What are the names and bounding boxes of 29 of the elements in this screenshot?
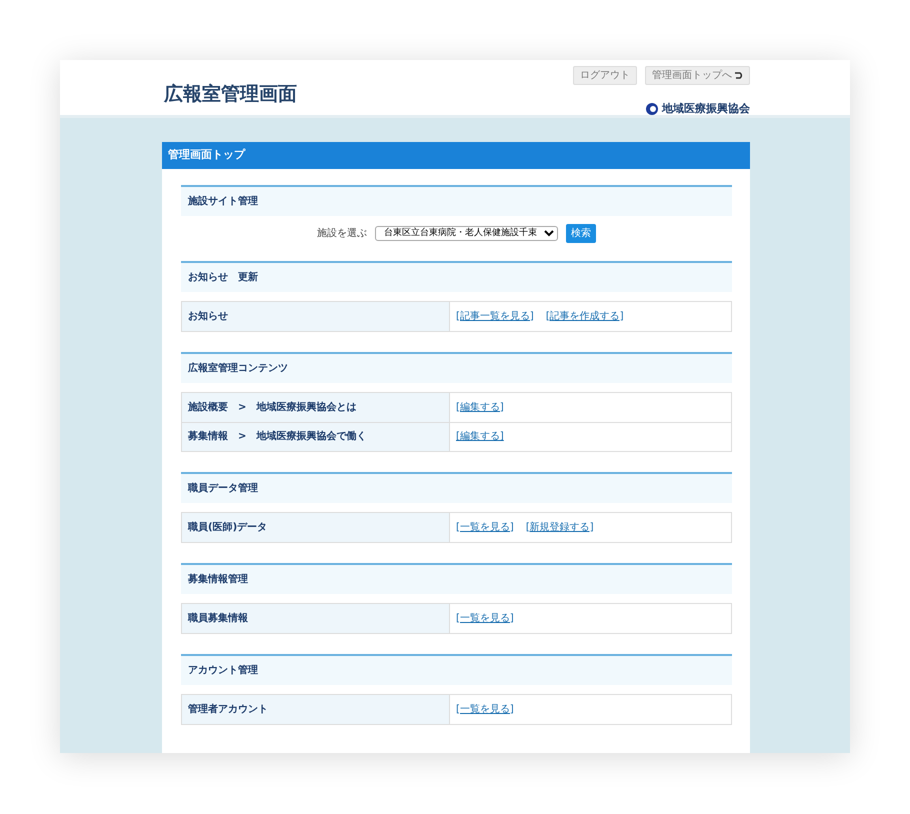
action-link[interactable]: [編集する] bbox=[456, 400, 504, 414]
row-label: 職員(医師)データ bbox=[182, 512, 450, 542]
organization-name: 地域医療振興協会 bbox=[662, 101, 750, 117]
action-link[interactable]: [一覧を見る] bbox=[456, 610, 514, 626]
header-button[interactable]: ログアウト bbox=[573, 66, 637, 85]
page-title: 広報室管理画面 bbox=[164, 82, 297, 107]
action-link[interactable]: [記事を作成する] bbox=[546, 308, 624, 324]
section-header: お知らせ 更新 bbox=[181, 260, 732, 292]
action-link[interactable]: [一覧を見る] bbox=[456, 702, 514, 716]
section-header: アカウント管理 bbox=[181, 654, 732, 684]
row-label: 施設概要 > 地域医療振興協会とは bbox=[182, 392, 450, 422]
row-label: お知らせ bbox=[182, 302, 450, 330]
section-header: 職員データ管理 bbox=[181, 472, 732, 502]
panel-title: 管理画面トップ bbox=[162, 142, 750, 168]
header-button[interactable]: 管理画面トップへ bbox=[645, 66, 750, 85]
action-link[interactable]: [新規登録する] bbox=[526, 520, 594, 534]
logo-icon bbox=[646, 103, 658, 116]
section-header: 募集情報管理 bbox=[181, 562, 732, 594]
field-label: 施設を選ぶ bbox=[317, 226, 367, 240]
row-label: 管理者アカウント bbox=[182, 694, 450, 724]
search-button[interactable]: 検索 bbox=[566, 224, 596, 242]
row-label: 募集情報 > 地域医療振興協会で働く bbox=[182, 422, 450, 450]
facility-select[interactable]: 台東区立台東病院・老人保健施設千束 bbox=[375, 226, 558, 240]
row-label: 職員募集情報 bbox=[182, 604, 450, 632]
action-link[interactable]: [編集する] bbox=[456, 429, 504, 444]
action-link[interactable]: [一覧を見る] bbox=[456, 520, 514, 534]
section-header: 施設サイト管理 bbox=[181, 184, 732, 216]
section-header: 広報室管理コンテンツ bbox=[181, 352, 732, 382]
action-link[interactable]: [記事一覧を見る] bbox=[456, 308, 534, 324]
